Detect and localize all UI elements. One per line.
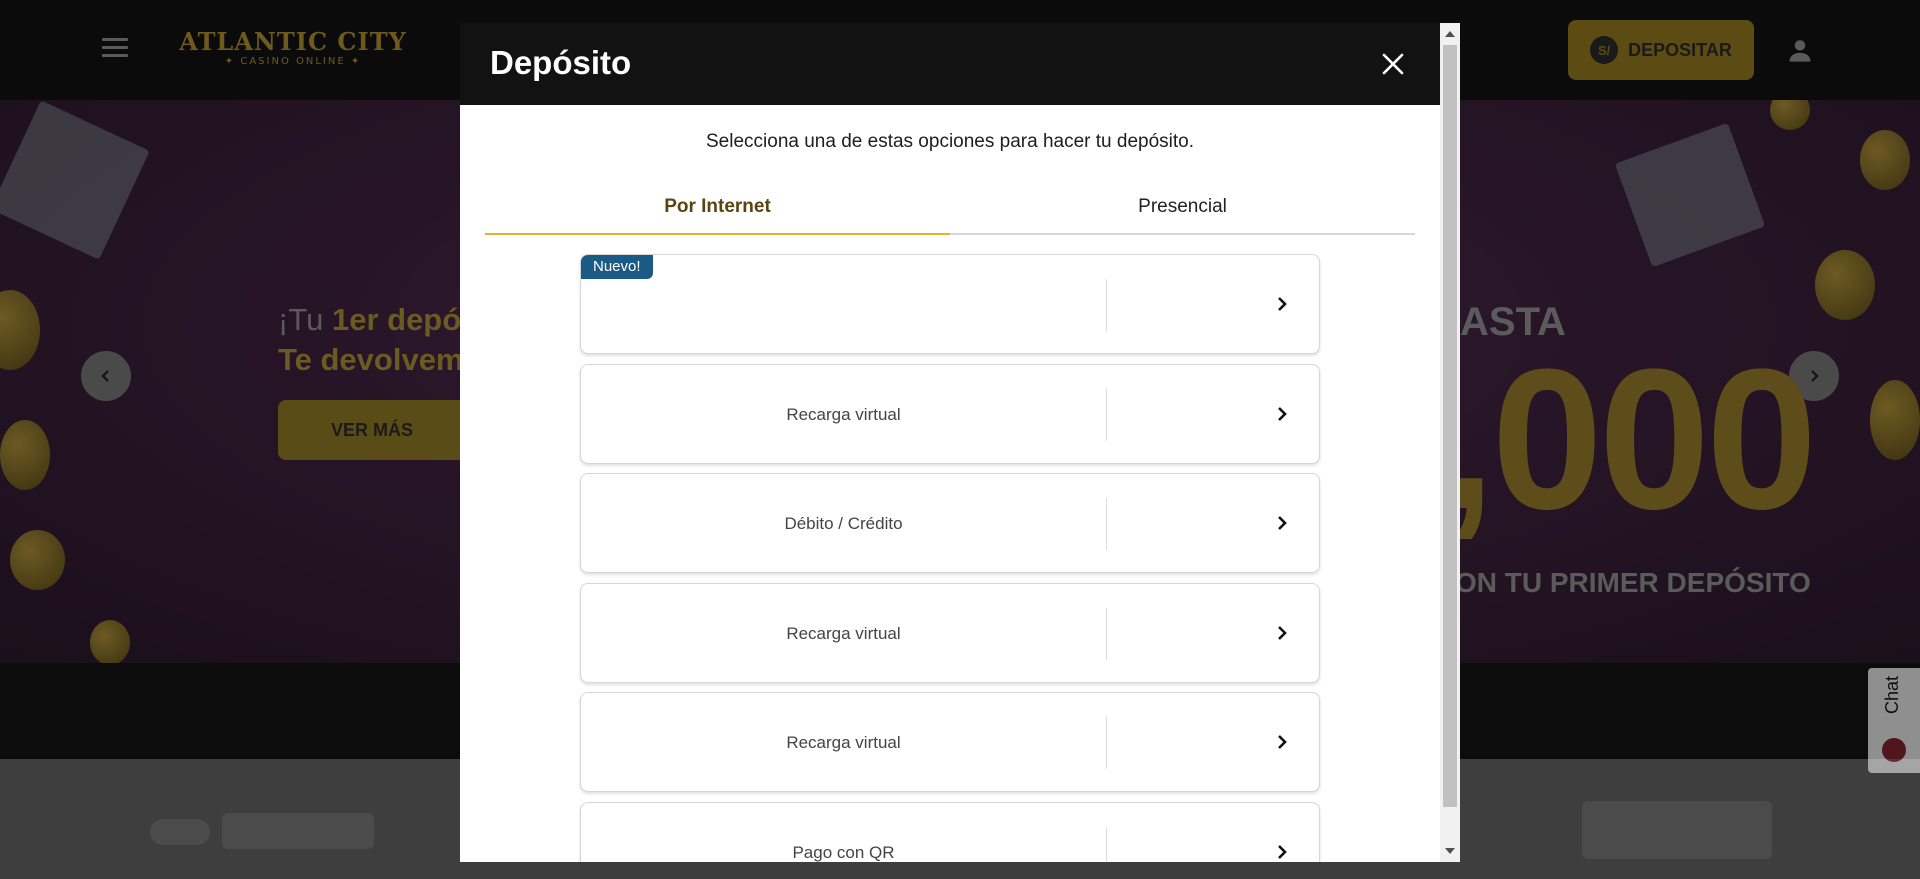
chevron-right-icon [1278, 297, 1287, 311]
banner-amount: ,000 [1440, 328, 1817, 551]
deposit-option-recarga-virtual[interactable]: Recarga virtual [580, 692, 1320, 792]
coin-decoration [10, 530, 65, 590]
chevron-left-icon [101, 370, 109, 382]
chevron-right-icon [1278, 407, 1287, 421]
close-icon[interactable] [1380, 51, 1406, 77]
option-divider [1106, 717, 1107, 769]
option-label: Pago con QR [792, 843, 895, 862]
option-divider [1106, 608, 1107, 660]
option-label: Recarga virtual [786, 624, 901, 643]
deposit-option-recarga-virtual[interactable]: Recarga virtual [580, 583, 1320, 683]
option-label: Recarga virtual [786, 405, 901, 424]
headline-prefix: ¡Tu [278, 302, 332, 337]
scroll-up-arrow-icon[interactable] [1445, 31, 1455, 37]
chevron-right-icon [1278, 735, 1287, 749]
coin-decoration [1770, 100, 1810, 130]
option-label [581, 255, 1106, 355]
option-label: Débito / Crédito [784, 514, 903, 533]
scroll-down-arrow-icon[interactable] [1445, 848, 1455, 854]
chat-widget[interactable]: Chat [1868, 668, 1920, 773]
ver-mas-button[interactable]: VER MÁS [278, 400, 466, 460]
deposit-option-debito-credito[interactable]: Débito / Crédito [580, 473, 1320, 573]
scrollbar-thumb[interactable] [1443, 45, 1457, 807]
user-icon[interactable] [1786, 36, 1814, 64]
option-divider [1106, 498, 1107, 550]
option-divider [1106, 389, 1107, 441]
coin-decoration [1860, 130, 1910, 190]
depositar-button[interactable]: S/ DEPOSITAR [1568, 20, 1754, 80]
site-logo[interactable]: ATLANTIC CITY ✦ CASINO ONLINE ✦ [178, 28, 408, 72]
deposit-option-pago-qr[interactable]: Pago con QR [580, 802, 1320, 862]
modal-scrollbar[interactable] [1440, 23, 1460, 862]
deposit-tabs: Por Internet Presencial [485, 191, 1415, 235]
headline-line2: Te devolvemo [278, 342, 483, 377]
chevron-right-icon [1278, 516, 1287, 530]
modal-title: Depósito [490, 44, 632, 81]
carousel-prev-button[interactable] [81, 351, 131, 401]
soles-icon: S/ [1590, 36, 1619, 64]
deposit-option-recarga-virtual[interactable]: Recarga virtual [580, 364, 1320, 464]
banknote-decoration [1614, 122, 1766, 268]
chat-label: Chat [1882, 676, 1902, 715]
placeholder-skeleton [222, 813, 374, 849]
banner-caption: ON TU PRIMER DEPÓSITO [1455, 567, 1811, 598]
option-divider [1106, 827, 1107, 862]
coin-decoration [0, 420, 50, 490]
coin-decoration [1870, 380, 1920, 460]
chevron-right-icon [1278, 845, 1287, 859]
depositar-label: DEPOSITAR [1628, 39, 1732, 60]
deposit-option-nuevo[interactable]: Nuevo! [580, 254, 1320, 354]
coin-decoration [90, 620, 130, 663]
deposit-modal: Depósito Selecciona una de estas opcione… [460, 23, 1440, 862]
option-label: Recarga virtual [786, 733, 901, 752]
modal-header: Depósito [460, 23, 1440, 105]
banknote-decoration [0, 100, 150, 260]
option-divider [1106, 279, 1107, 331]
logo-title: ATLANTIC CITY [179, 27, 407, 56]
tab-presencial[interactable]: Presencial [950, 191, 1415, 235]
placeholder-skeleton [150, 819, 210, 845]
placeholder-skeleton [1582, 801, 1772, 859]
tab-por-internet[interactable]: Por Internet [485, 191, 950, 235]
logo-subtitle: ✦ CASINO ONLINE ✦ [224, 56, 362, 67]
coin-decoration [1815, 250, 1875, 320]
banner-headline: ¡Tu 1er depósi Te devolvemo [278, 300, 487, 380]
chevron-right-icon [1278, 626, 1287, 640]
chat-icon [1882, 738, 1906, 762]
coin-decoration [0, 290, 40, 370]
modal-subtitle: Selecciona una de estas opciones para ha… [706, 131, 1194, 152]
hamburger-icon[interactable] [102, 38, 128, 58]
